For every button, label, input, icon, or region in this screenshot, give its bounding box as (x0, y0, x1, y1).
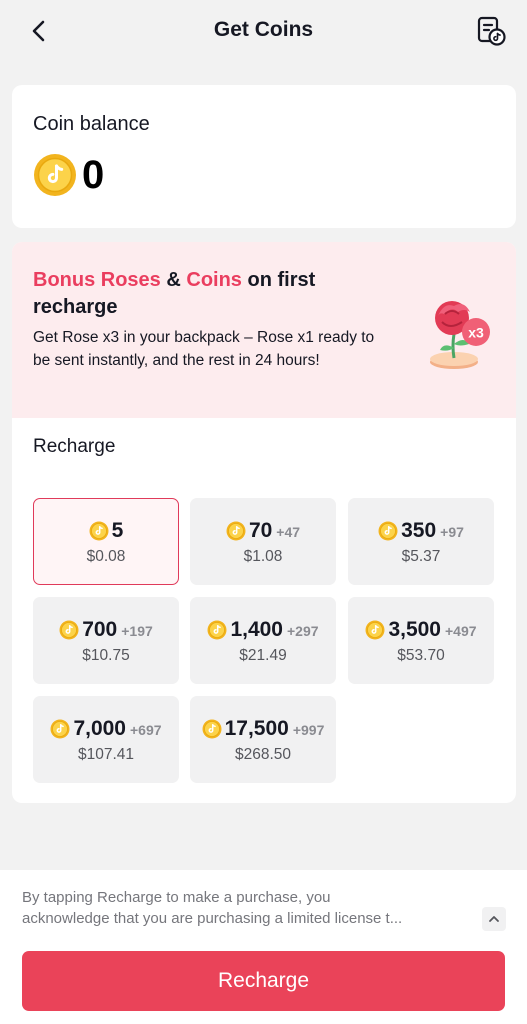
coin-balance-value: 0 (82, 153, 105, 197)
disclaimer-line-2: acknowledge that you are purchasing a li… (22, 910, 403, 927)
tiktok-coin-icon (50, 719, 70, 738)
page-title: Get Coins (213, 18, 314, 41)
coin-balance-row: 0 (33, 153, 104, 197)
rose-count-badge: x3 (468, 325, 484, 341)
tiktok-coin-icon (378, 521, 398, 540)
coin-package-option[interactable]: 1,400 +297 $21.49 (190, 597, 336, 684)
package-price: $53.70 (397, 646, 445, 664)
package-price: $5.37 (401, 547, 441, 565)
coin-balance-label: Coin balance (33, 113, 150, 135)
promo-title-coins: Coins (186, 269, 242, 291)
package-coin-amount: 5 (111, 518, 124, 542)
package-coin-amount: 17,500 (224, 716, 289, 740)
tiktok-coin-icon (226, 521, 246, 540)
coin-balance-card: Coin balance 0 (12, 85, 516, 228)
recharge-button[interactable]: Recharge (22, 951, 505, 1011)
package-coin-amount: 700 (82, 617, 118, 641)
coin-package-option[interactable]: 7,000 +697 $107.41 (33, 696, 179, 783)
coin-package-option[interactable]: 700 +197 $10.75 (33, 597, 179, 684)
package-amount-row: 1,400 +297 (207, 617, 319, 643)
recharge-card: Bonus Roses & Coins on first recharge Ge… (12, 242, 516, 803)
package-coin-amount: 7,000 (73, 716, 126, 740)
coin-package-option[interactable]: 350 +97 $5.37 (348, 498, 494, 585)
package-price: $10.75 (82, 646, 130, 664)
tiktok-coin-icon (365, 620, 385, 639)
package-bonus-amount: +497 (445, 622, 477, 639)
tiktok-coin-icon (89, 521, 109, 540)
tiktok-coin-icon (207, 620, 227, 639)
package-bonus-amount: +997 (292, 721, 325, 738)
package-price: $268.50 (234, 745, 292, 763)
package-amount-row: 17,500 +997 (202, 716, 325, 742)
package-bonus-amount: +197 (121, 622, 153, 639)
package-amount-row: 350 +97 (378, 518, 464, 544)
footer-panel: By tapping Recharge to make a purchase, … (0, 870, 527, 1024)
tiktok-coin-icon (202, 719, 222, 738)
package-coin-amount: 3,500 (388, 617, 441, 641)
first-recharge-promo: Bonus Roses & Coins on first recharge Ge… (12, 242, 516, 418)
package-coin-amount: 350 (401, 518, 437, 542)
promo-description: Get Rose x3 in your backpack – Rose x1 r… (33, 329, 375, 369)
promo-title: Bonus Roses & Coins on first recharge (33, 267, 393, 321)
package-coin-amount: 1,400 (230, 617, 283, 641)
package-amount-row: 5 (89, 518, 124, 544)
package-coin-amount: 70 (248, 518, 273, 542)
package-amount-row: 3,500 +497 (365, 617, 477, 643)
promo-title-roses: Bonus Roses (33, 269, 161, 291)
package-amount-row: 70 +47 (226, 518, 300, 544)
package-bonus-amount: +97 (440, 523, 464, 540)
disclaimer-line-1: By tapping Recharge to make a purchase, … (22, 889, 331, 906)
package-price: $107.41 (77, 745, 135, 763)
coin-package-option[interactable]: 3,500 +497 $53.70 (348, 597, 494, 684)
package-bonus-amount: +697 (130, 721, 162, 738)
top-bar: Get Coins (0, 0, 527, 64)
package-price: $1.08 (243, 547, 283, 565)
purchase-disclaimer: By tapping Recharge to make a purchase, … (22, 887, 470, 929)
transaction-history-icon (477, 16, 506, 46)
tiktok-coin-icon (34, 154, 76, 196)
package-amount-row: 7,000 +697 (50, 716, 162, 742)
package-bonus-amount: +297 (287, 622, 319, 639)
coin-package-option[interactable]: 17,500 +997 $268.50 (190, 696, 336, 783)
package-amount-row: 700 +197 (59, 617, 153, 643)
expand-disclaimer-button[interactable] (482, 907, 506, 931)
recharge-section-label: Recharge (33, 436, 116, 457)
coin-package-option[interactable]: 70 +47 $1.08 (190, 498, 336, 585)
coin-package-option[interactable]: 5 $0.08 (33, 498, 179, 585)
tiktok-coin-icon (59, 620, 79, 639)
transaction-history-button[interactable] (473, 13, 509, 49)
rose-gift-icon: x3 (430, 301, 490, 369)
promo-title-and: & (160, 269, 187, 291)
chevron-up-icon (489, 916, 499, 922)
package-bonus-amount: +47 (276, 523, 301, 540)
package-price: $21.49 (239, 646, 287, 664)
package-price: $0.08 (86, 547, 126, 565)
